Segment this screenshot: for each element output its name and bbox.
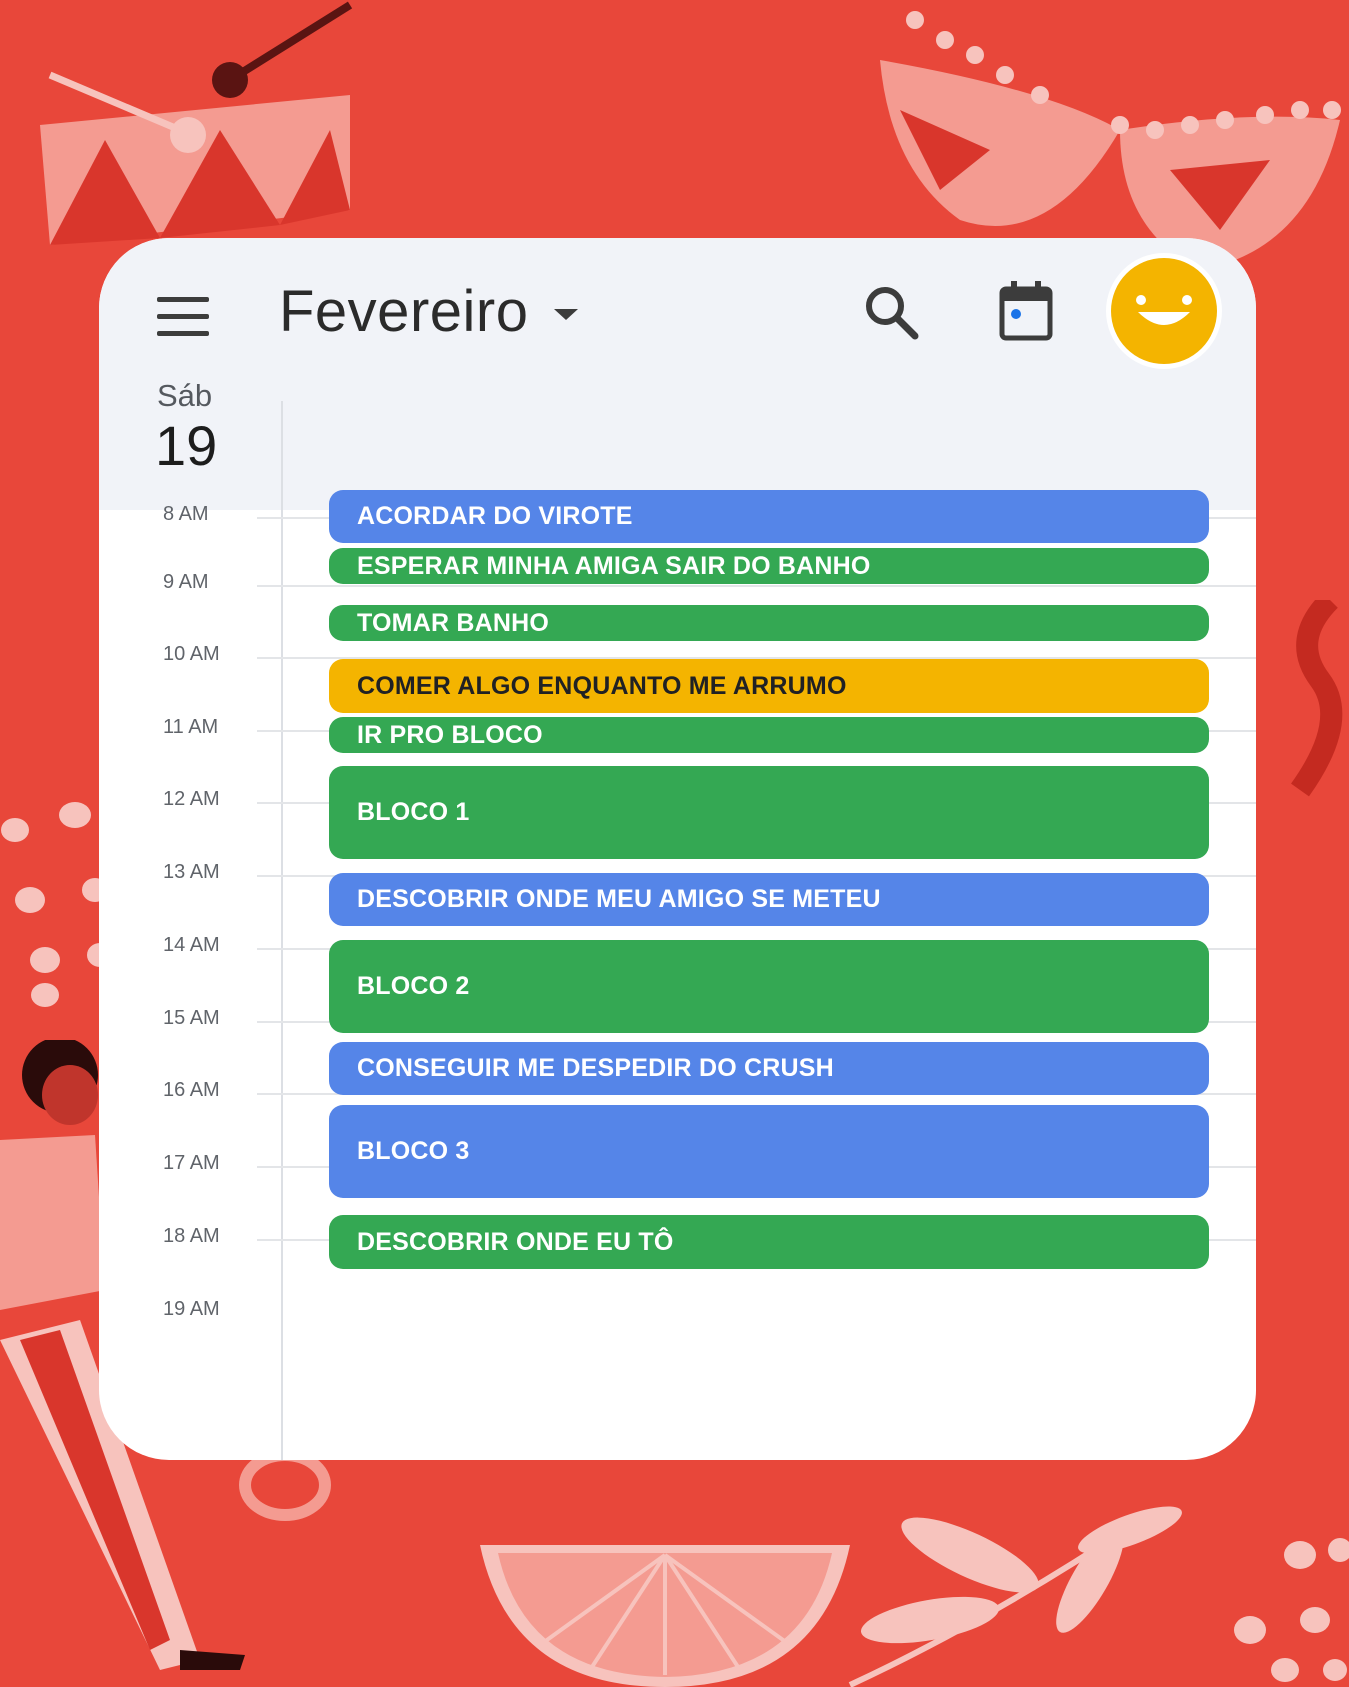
event-title: CONSEGUIR ME DESPEDIR DO CRUSH [357,1054,834,1082]
chevron-down-icon[interactable] [554,309,578,320]
orange-slice-illustration [480,1545,850,1687]
hour-label: 13 AM [163,861,220,883]
weekday-label: Sáb [157,378,213,413]
event-title: ACORDAR DO VIROTE [357,502,633,530]
event-block[interactable]: DESCOBRIR ONDE EU TÔ [329,1215,1209,1269]
hour-label: 12 AM [163,788,220,810]
day-column-divider [281,401,283,1460]
event-block[interactable]: CONSEGUIR ME DESPEDIR DO CRUSH [329,1042,1209,1095]
menu-icon[interactable] [157,291,209,343]
calendar-app-card: Fevereiro Sáb 19 8 AM 9 AM 10 AM 11 AM 12 AM… [99,238,1256,1460]
drum-illustration [40,1,353,245]
event-block[interactable]: BLOCO 1 [329,766,1209,859]
hour-label: 17 AM [163,1152,220,1174]
hour-label: 14 AM [163,934,220,956]
event-title: DESCOBRIR ONDE EU TÔ [357,1227,674,1256]
event-title: COMER ALGO ENQUANTO ME ARRUMO [357,671,847,700]
avatar[interactable] [1111,258,1217,364]
event-title: BLOCO 1 [357,798,470,826]
event-title: IR PRO BLOCO [357,720,543,749]
calendar-icon[interactable] [998,280,1054,342]
event-block[interactable]: TOMAR BANHO [329,605,1209,641]
search-icon[interactable] [862,283,922,343]
dots-illustration-left [1,802,110,1007]
event-title: ESPERAR MINHA AMIGA SAIR DO BANHO [357,551,871,580]
day-number[interactable]: 19 [155,413,217,478]
event-block[interactable]: DESCOBRIR ONDE MEU AMIGO SE METEU [329,873,1209,926]
event-title: DESCOBRIR ONDE MEU AMIGO SE METEU [357,885,881,913]
wave-illustration-right [1290,600,1343,797]
event-block[interactable]: ACORDAR DO VIROTE [329,490,1209,543]
hour-gridline [257,585,1256,587]
dots-illustration-right [1234,1538,1349,1682]
event-title: TOMAR BANHO [357,608,550,637]
hour-label: 15 AM [163,1007,220,1029]
hour-label: 9 AM [163,571,209,593]
hour-label: 8 AM [163,503,209,525]
ring-illustration [239,1455,331,1521]
hour-label: 18 AM [163,1225,220,1247]
month-title[interactable]: Fevereiro [279,278,528,345]
event-title: BLOCO 3 [357,1137,470,1165]
event-block[interactable]: COMER ALGO ENQUANTO ME ARRUMO [329,659,1209,713]
event-block[interactable]: BLOCO 3 [329,1105,1209,1198]
event-block[interactable]: IR PRO BLOCO [329,717,1209,753]
hour-label: 19 AM [163,1298,220,1320]
event-block[interactable]: ESPERAR MINHA AMIGA SAIR DO BANHO [329,548,1209,584]
smiley-face-icon [1136,295,1192,325]
leaf-illustration [848,1506,1182,1687]
hour-label: 10 AM [163,643,220,665]
hour-label: 11 AM [163,716,219,738]
event-block[interactable]: BLOCO 2 [329,940,1209,1033]
calendar-header: Fevereiro Sáb 19 [99,238,1256,510]
event-title: BLOCO 2 [357,972,470,1000]
hour-label: 16 AM [163,1079,220,1101]
